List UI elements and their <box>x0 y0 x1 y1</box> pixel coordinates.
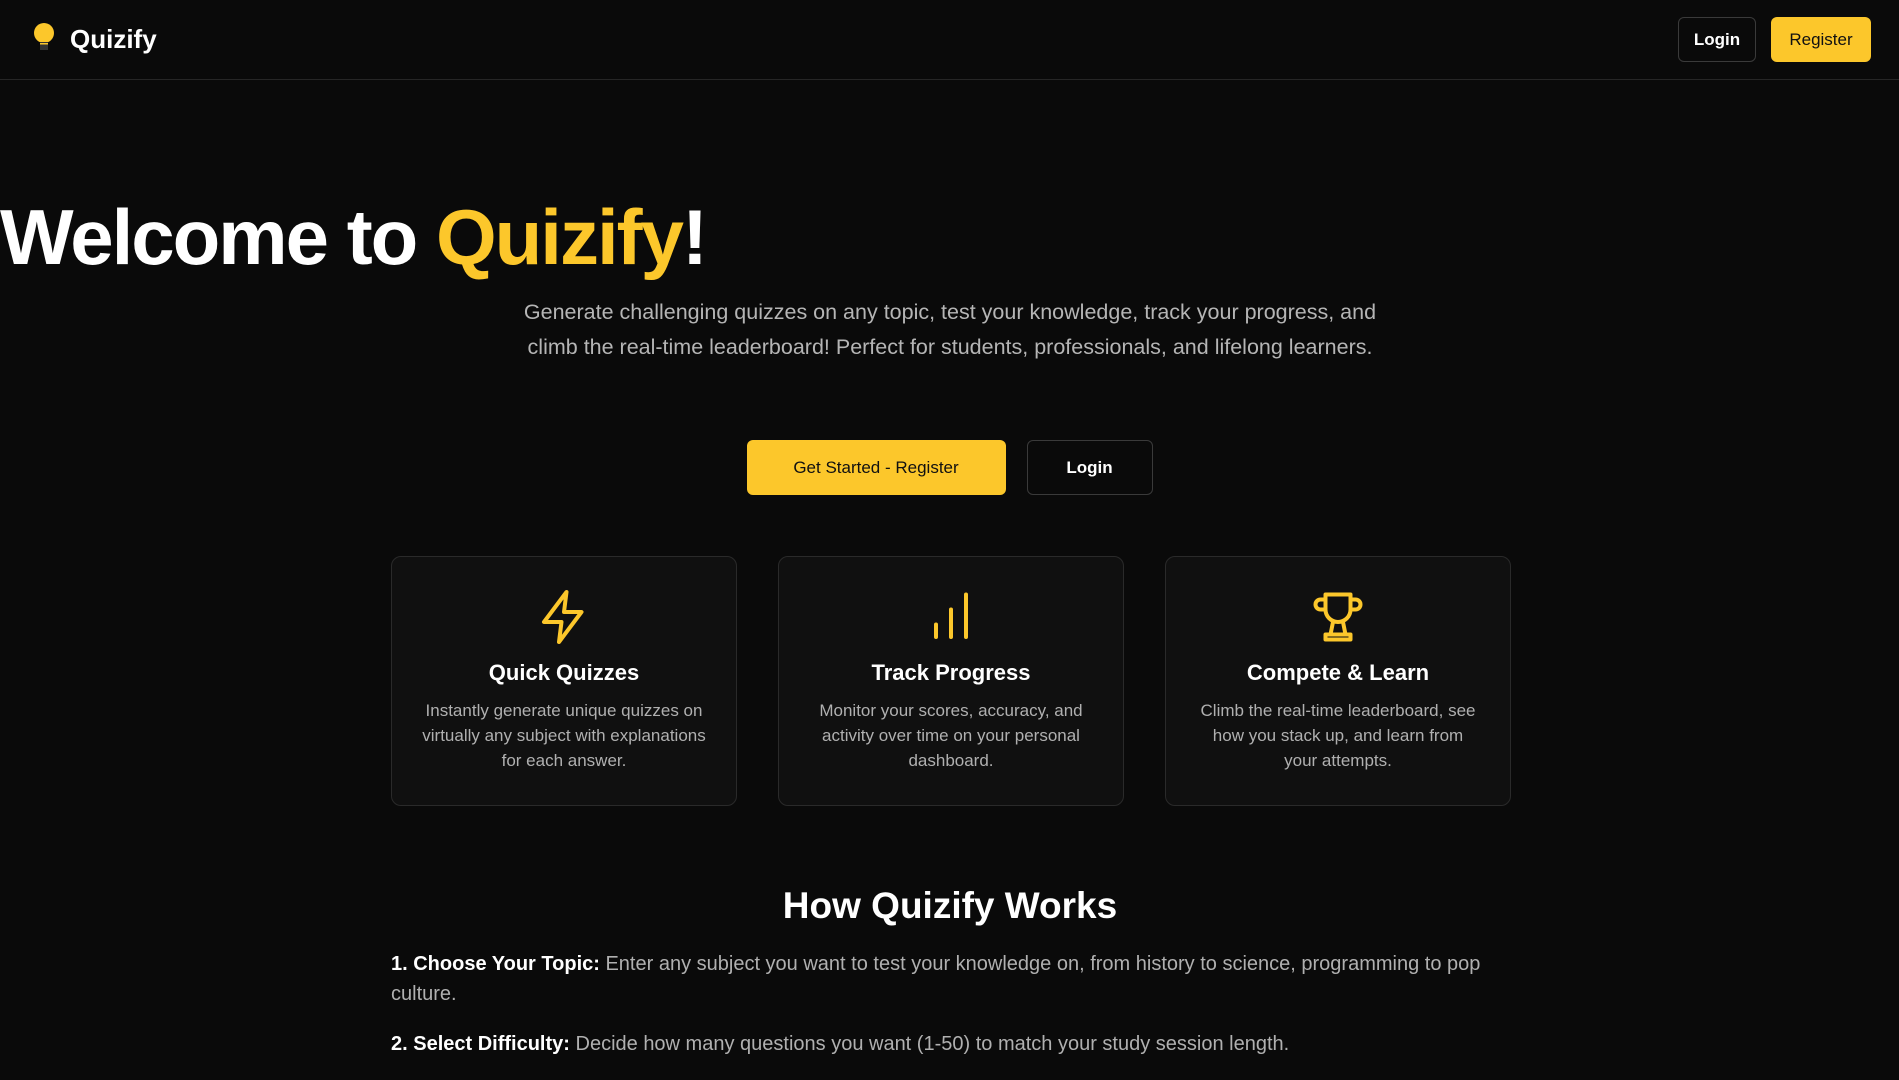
feature-desc: Instantly generate unique quizzes on vir… <box>422 701 706 770</box>
how-it-works-section: How Quizify Works 1. Choose Your Topic: … <box>391 885 1509 1079</box>
feature-title: Quick Quizzes <box>488 660 640 685</box>
hero-subtitle: Generate challenging quizzes on any topi… <box>523 300 1377 359</box>
step-label: 1. Choose Your Topic: <box>391 953 600 975</box>
lightning-icon <box>392 587 736 647</box>
brand-name: Quizify <box>70 24 157 54</box>
hero-login-button[interactable]: Login <box>1026 440 1153 495</box>
trophy-icon <box>1166 587 1510 647</box>
title-prefix: Welcome to <box>0 193 436 281</box>
feature-title: Compete & Learn <box>1246 660 1430 685</box>
feature-card-quick-quizzes: Quick Quizzes Instantly generate unique … <box>391 556 737 806</box>
title-accent: Quizify <box>435 193 684 281</box>
feature-desc: Monitor your scores, accuracy, and activ… <box>819 701 1083 770</box>
feature-title: Track Progress <box>871 660 1031 685</box>
feature-desc: Climb the real-time leaderboard, see how… <box>1200 701 1476 770</box>
lightbulb-icon <box>30 22 58 57</box>
step-text: Decide how many questions you want (1-50… <box>575 1033 1290 1055</box>
step-label: 2. Select Difficulty: <box>391 1033 570 1055</box>
hero-title: Welcome to Quizify! <box>0 192 1899 282</box>
header: Quizify Login Register <box>0 0 1899 80</box>
feature-card-track-progress: Track Progress Monitor your scores, accu… <box>778 556 1124 806</box>
title-suffix: ! <box>682 193 708 281</box>
step-item: 1. Choose Your Topic: Enter any subject … <box>391 949 1509 1009</box>
get-started-register-button[interactable]: Get Started - Register <box>746 440 1006 495</box>
step-item: 2. Select Difficulty: Decide how many qu… <box>391 1029 1509 1059</box>
feature-card-compete-learn: Compete & Learn Climb the real-time lead… <box>1165 556 1511 806</box>
header-register-button[interactable]: Register <box>1771 17 1871 62</box>
bar-chart-icon <box>779 587 1123 647</box>
header-login-button[interactable]: Login <box>1678 17 1756 62</box>
how-title: How Quizify Works <box>782 885 1118 926</box>
brand-logo[interactable]: Quizify <box>30 22 157 57</box>
